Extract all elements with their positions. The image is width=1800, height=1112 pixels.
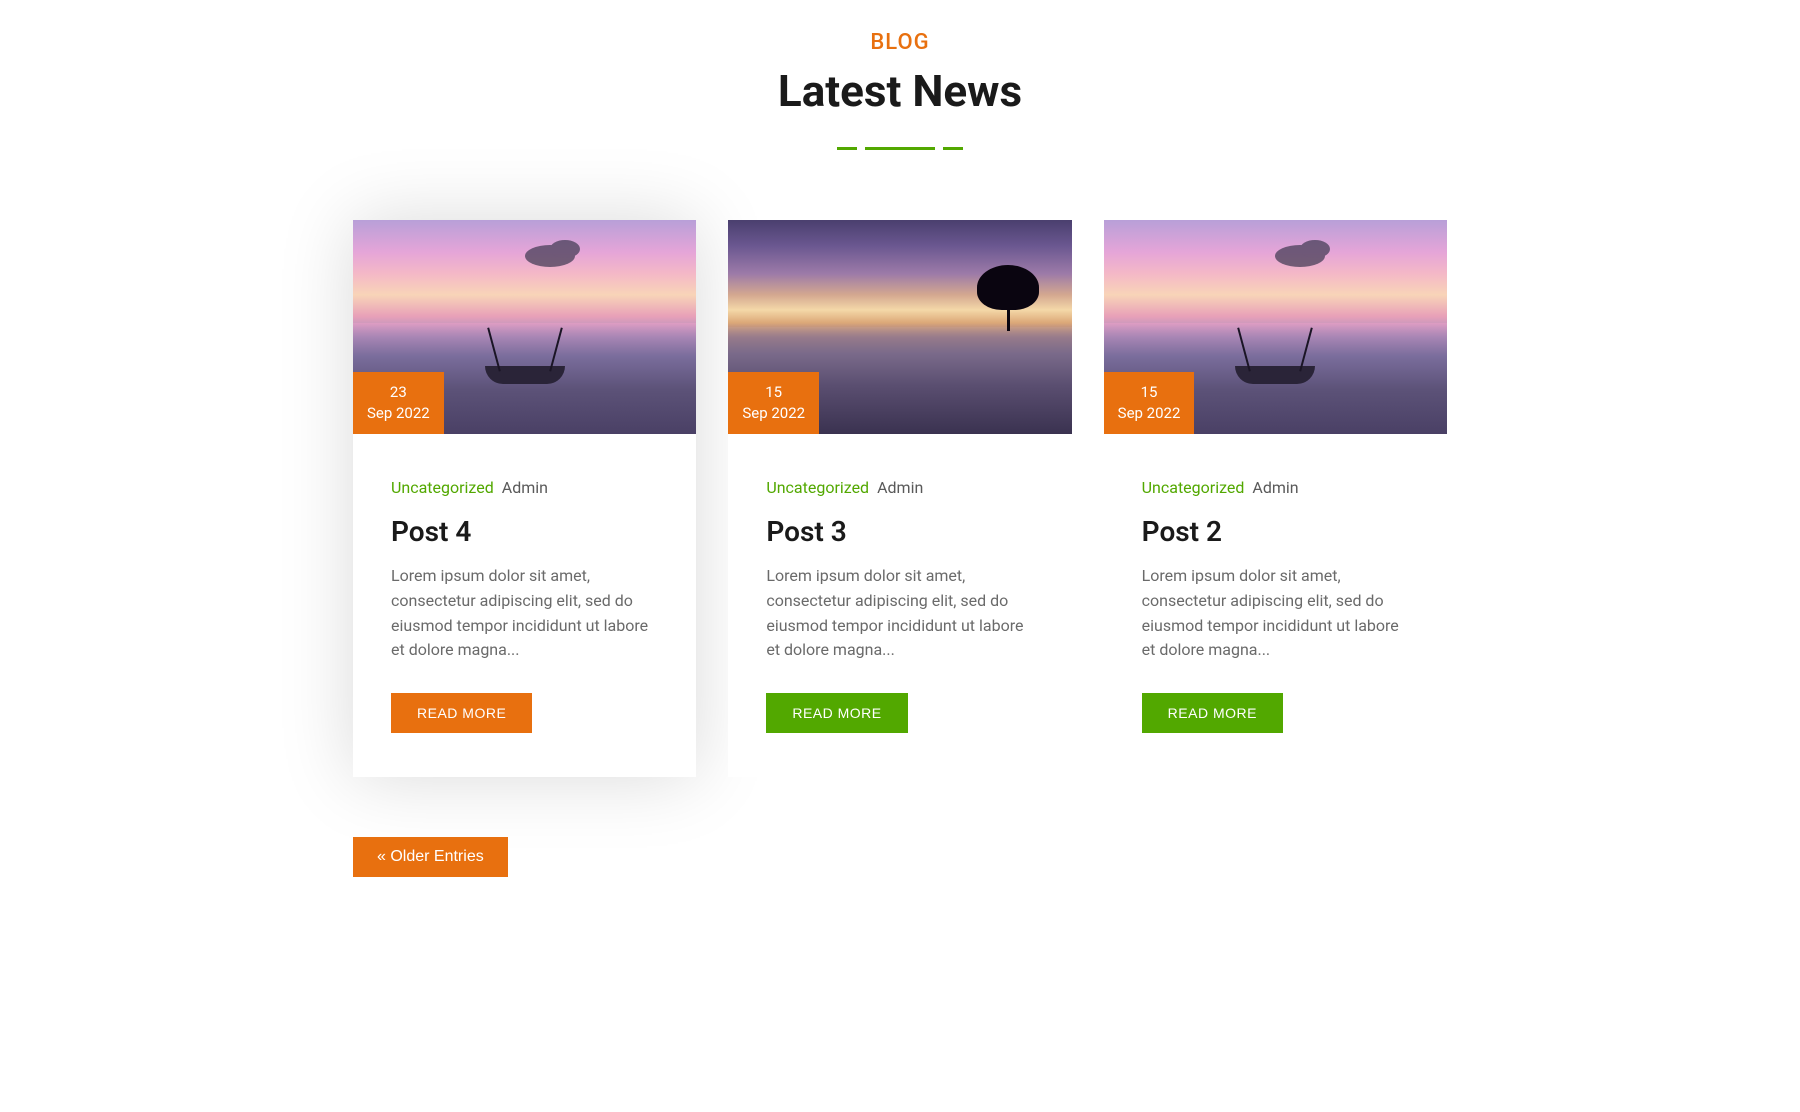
divider-icon [353, 147, 1447, 150]
post-meta: Uncategorized Admin [1142, 478, 1409, 497]
date-month-year: Sep 2022 [742, 403, 805, 424]
older-entries-button[interactable]: « Older Entries [353, 837, 508, 877]
date-month-year: Sep 2022 [367, 403, 430, 424]
post-card: 15 Sep 2022 Uncategorized Admin Post 3 L… [728, 220, 1071, 777]
post-author: Admin [1252, 478, 1298, 497]
date-badge: 15 Sep 2022 [728, 372, 819, 434]
pagination: « Older Entries [353, 837, 1447, 877]
post-author: Admin [502, 478, 548, 497]
post-title[interactable]: Post 4 [391, 515, 658, 548]
section-label: BLOG [353, 30, 1447, 55]
post-body: Uncategorized Admin Post 3 Lorem ipsum d… [728, 434, 1071, 733]
date-day: 23 [367, 382, 430, 403]
post-image[interactable]: 23 Sep 2022 [353, 220, 696, 434]
section-header: BLOG Latest News [353, 30, 1447, 150]
post-body: Uncategorized Admin Post 4 Lorem ipsum d… [353, 434, 696, 777]
date-day: 15 [742, 382, 805, 403]
post-title[interactable]: Post 3 [766, 515, 1033, 548]
date-badge: 23 Sep 2022 [353, 372, 444, 434]
post-excerpt: Lorem ipsum dolor sit amet, consectetur … [1142, 564, 1409, 663]
post-image[interactable]: 15 Sep 2022 [728, 220, 1071, 434]
post-body: Uncategorized Admin Post 2 Lorem ipsum d… [1104, 434, 1447, 733]
date-badge: 15 Sep 2022 [1104, 372, 1195, 434]
post-author: Admin [877, 478, 923, 497]
read-more-button[interactable]: READ MORE [1142, 693, 1283, 733]
post-title[interactable]: Post 2 [1142, 515, 1409, 548]
read-more-button[interactable]: READ MORE [391, 693, 532, 733]
post-excerpt: Lorem ipsum dolor sit amet, consectetur … [391, 564, 658, 663]
posts-grid: 23 Sep 2022 Uncategorized Admin Post 4 L… [353, 220, 1447, 777]
post-excerpt: Lorem ipsum dolor sit amet, consectetur … [766, 564, 1033, 663]
post-image[interactable]: 15 Sep 2022 [1104, 220, 1447, 434]
post-meta: Uncategorized Admin [766, 478, 1033, 497]
post-category-link[interactable]: Uncategorized [766, 478, 869, 497]
section-title: Latest News [353, 65, 1447, 117]
post-category-link[interactable]: Uncategorized [1142, 478, 1245, 497]
post-meta: Uncategorized Admin [391, 478, 658, 497]
post-card: 15 Sep 2022 Uncategorized Admin Post 2 L… [1104, 220, 1447, 777]
read-more-button[interactable]: READ MORE [766, 693, 907, 733]
post-category-link[interactable]: Uncategorized [391, 478, 494, 497]
date-month-year: Sep 2022 [1118, 403, 1181, 424]
date-day: 15 [1118, 382, 1181, 403]
post-card: 23 Sep 2022 Uncategorized Admin Post 4 L… [353, 220, 696, 777]
